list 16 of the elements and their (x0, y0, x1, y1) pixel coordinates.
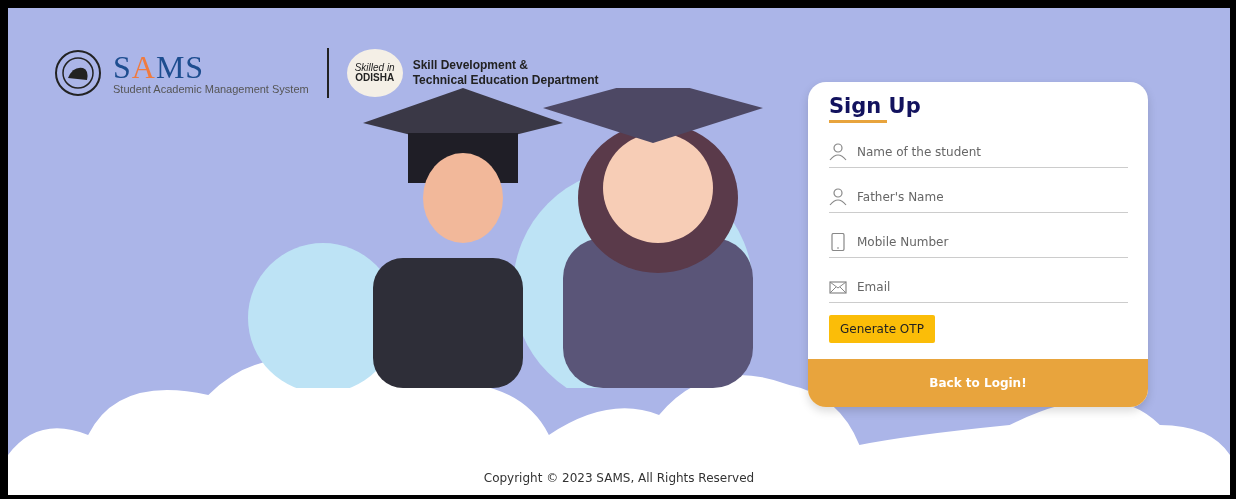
input-field[interactable]: Mobile Number (857, 235, 1128, 249)
signup-title: Sign Up (829, 94, 922, 118)
logo-subtitle: Student Academic Management System (113, 83, 309, 95)
input-field[interactable]: Email (857, 280, 1128, 294)
input-field[interactable]: Father's Name (857, 190, 1128, 204)
generate-otp-button[interactable]: Generate OTP (829, 315, 935, 343)
department-name: Skill Development & Technical Education Department (412, 58, 599, 88)
person-icon (829, 143, 847, 161)
input-field[interactable]: Name of the student (857, 145, 1128, 159)
emblem-icon (53, 48, 103, 98)
mail-icon (829, 278, 847, 296)
logo-text: SAMS (113, 51, 206, 83)
phone-icon (829, 233, 847, 251)
copyright-text: Copyright © 2023 SAMS, All Rights Reserved (483, 471, 755, 485)
person-icon (829, 188, 847, 206)
skilled-badge: Skilled in ODISHA (346, 49, 403, 97)
